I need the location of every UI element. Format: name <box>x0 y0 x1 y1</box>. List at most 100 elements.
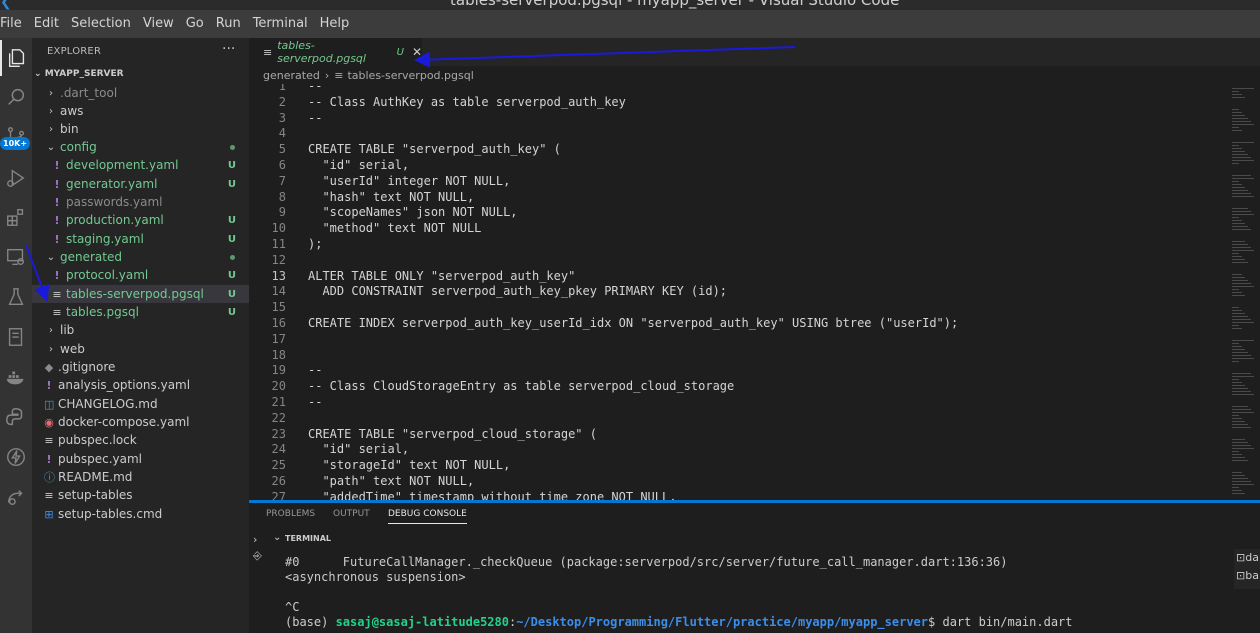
more-actions-icon[interactable]: ··· <box>222 41 235 57</box>
code-line[interactable]: 12 <box>249 252 1239 268</box>
extensions-icon[interactable] <box>0 199 32 235</box>
docker-icon[interactable] <box>0 359 32 395</box>
code-line[interactable]: 26 "path" text NOT NULL, <box>249 473 1239 489</box>
menu-file[interactable]: File <box>0 10 28 38</box>
code-line[interactable]: 1 -- <box>249 84 1239 94</box>
tree-file-docker-compose[interactable]: ◉ docker-compose.yaml <box>32 413 249 431</box>
code-line[interactable]: 2 -- Class AuthKey as table serverpod_aut… <box>249 94 1239 110</box>
code-line[interactable]: 10 "method" text NOT NULL <box>249 220 1239 236</box>
chevron-right-icon[interactable]: › <box>253 533 257 546</box>
search-icon[interactable] <box>0 79 32 115</box>
tree-file-tables-serverpod-pgsql[interactable]: ≡ tables-serverpod.pgsql U <box>32 285 249 303</box>
close-icon[interactable]: ✕ <box>412 45 422 59</box>
tree-file-pubspec-lock[interactable]: ≡ pubspec.lock <box>32 431 249 449</box>
code-line[interactable]: 16 CREATE INDEX serverpod_auth_key_userId… <box>249 315 1239 331</box>
docker-file-icon: ◉ <box>44 415 54 429</box>
menu-selection[interactable]: Selection <box>65 10 137 38</box>
code-line[interactable]: 22 <box>249 410 1239 426</box>
tree-file-readme[interactable]: ⓘ README.md <box>32 468 249 486</box>
terminal-list-item[interactable]: ⊡da <box>1236 551 1259 564</box>
tab-output[interactable]: OUTPUT <box>333 509 370 519</box>
code-line[interactable]: 15 <box>249 299 1239 315</box>
terminal-section-title[interactable]: TERMINAL <box>285 534 331 543</box>
tree-folder-generated[interactable]: ⌄ generated <box>32 248 249 266</box>
code-line[interactable]: 18 <box>249 347 1239 363</box>
tree-folder-config[interactable]: ⌄ config <box>32 138 249 156</box>
code-line[interactable]: 5 CREATE TABLE "serverpod_auth_key" ( <box>249 141 1239 157</box>
breadcrumb-folder[interactable]: generated <box>263 69 320 82</box>
chevron-down-icon[interactable]: ⌄ <box>273 532 281 543</box>
workspace-section-title[interactable]: ⌄ MYAPP_SERVER <box>34 69 124 79</box>
tree-file-protocol-yaml[interactable]: ! protocol.yaml U <box>32 266 249 284</box>
tree-file-pubspec-yaml[interactable]: ! pubspec.yaml <box>32 450 249 468</box>
tree-file-passwords-yaml[interactable]: ! passwords.yaml <box>32 193 249 211</box>
lightning-icon[interactable] <box>0 439 32 475</box>
breadcrumb-file[interactable]: tables-serverpod.pgsql <box>347 69 473 82</box>
terminal-list-item[interactable]: ⊡ba <box>1236 569 1259 582</box>
code-text: "addedTime" timestamp without time zone … <box>308 489 677 500</box>
tree-file-generator-yaml[interactable]: ! generator.yaml U <box>32 175 249 193</box>
live-share-icon[interactable] <box>0 479 32 515</box>
line-number: 21 <box>271 395 286 409</box>
testing-icon[interactable] <box>0 279 32 315</box>
tree-file-gitignore[interactable]: ◆ .gitignore <box>32 358 249 376</box>
tree-file-tables-pgsql[interactable]: ≡ tables.pgsql U <box>32 303 249 321</box>
minimap-stroke <box>1232 319 1251 320</box>
run-debug-icon[interactable] <box>0 160 32 196</box>
tab-problems[interactable]: PROBLEMS <box>266 509 315 519</box>
explorer-icon[interactable] <box>0 40 32 76</box>
code-line[interactable]: 11); <box>249 236 1239 252</box>
minimap-stroke <box>1232 163 1239 164</box>
code-line[interactable]: 20 -- Class CloudStorageEntry as table se… <box>249 378 1239 394</box>
menu-terminal[interactable]: Terminal <box>247 10 314 38</box>
code-line[interactable]: 13 ALTER TABLE ONLY "serverpod_auth_key" <box>249 268 1239 284</box>
code-text: ); <box>308 237 323 251</box>
code-line[interactable]: 17 <box>249 331 1239 347</box>
debug-console-icon[interactable]: ⎆ <box>253 549 262 563</box>
yaml-icon: ! <box>54 195 60 209</box>
code-line[interactable]: 6 "id" serial, <box>249 157 1239 173</box>
code-line[interactable]: 23 CREATE TABLE "serverpod_cloud_storage"… <box>249 426 1239 442</box>
minimap-stroke <box>1232 394 1254 395</box>
tree-file-production-yaml[interactable]: ! production.yaml U <box>32 211 249 229</box>
tree-item-label: tables-serverpod.pgsql <box>66 287 204 301</box>
code-line[interactable]: 3 -- <box>249 110 1239 126</box>
tree-file-analysis-options[interactable]: ! analysis_options.yaml <box>32 376 249 394</box>
code-line[interactable]: 27 "addedTime" timestamp without time zo… <box>249 489 1239 500</box>
tree-folder-aws[interactable]: › aws <box>32 102 249 120</box>
window-title: tables-serverpod.pgsql - myapp_server - … <box>450 0 900 9</box>
code-line[interactable]: 19 -- <box>249 362 1239 378</box>
minimap-stroke <box>1232 313 1245 314</box>
tree-file-changelog[interactable]: ◫ CHANGELOG.md <box>32 395 249 413</box>
code-line[interactable]: 25 "storageId" text NOT NULL, <box>249 457 1239 473</box>
python-icon[interactable] <box>0 399 32 435</box>
tree-folder-web[interactable]: › web <box>32 340 249 358</box>
code-line[interactable]: 4 <box>249 125 1239 141</box>
menu-view[interactable]: View <box>137 10 180 38</box>
tab-debug-console[interactable]: DEBUG CONSOLE <box>388 509 467 524</box>
code-line[interactable]: 9 "scopeNames" json NOT NULL, <box>249 204 1239 220</box>
code-line[interactable]: 21 -- <box>249 394 1239 410</box>
remote-explorer-icon[interactable] <box>0 239 32 275</box>
tree-folder-dart-tool[interactable]: › .dart_tool <box>32 84 249 102</box>
menu-help[interactable]: Help <box>314 10 356 38</box>
menu-edit[interactable]: Edit <box>28 10 65 38</box>
tree-folder-lib[interactable]: › lib <box>32 321 249 339</box>
tree-file-setup-tables[interactable]: ≡ setup-tables <box>32 486 249 504</box>
minimap[interactable] <box>1232 84 1260 500</box>
code-line[interactable]: 24 "id" serial, <box>249 441 1239 457</box>
menu-run[interactable]: Run <box>210 10 247 38</box>
tree-item-label: pubspec.yaml <box>58 452 142 466</box>
menu-go[interactable]: Go <box>180 10 210 38</box>
code-editor[interactable]: 1 -- 2 -- Class AuthKey as table serverpod_… <box>249 84 1260 500</box>
code-line[interactable]: 7 "userId" integer NOT NULL, <box>249 173 1239 189</box>
tree-file-setup-tables-cmd[interactable]: ⊞ setup-tables.cmd <box>32 505 249 523</box>
tree-folder-bin[interactable]: › bin <box>32 120 249 138</box>
tree-file-development-yaml[interactable]: ! development.yaml U <box>32 156 249 174</box>
minimap-stroke <box>1232 262 1248 263</box>
tree-file-staging-yaml[interactable]: ! staging.yaml U <box>32 230 249 248</box>
code-line[interactable]: 14 ADD CONSTRAINT serverpod_auth_key_pke… <box>249 283 1239 299</box>
tab-tables-serverpod[interactable]: ≡ tables-serverpod.pgsql U ✕ <box>249 38 422 66</box>
code-line[interactable]: 8 "hash" text NOT NULL, <box>249 189 1239 205</box>
notebook-icon[interactable] <box>0 319 32 355</box>
